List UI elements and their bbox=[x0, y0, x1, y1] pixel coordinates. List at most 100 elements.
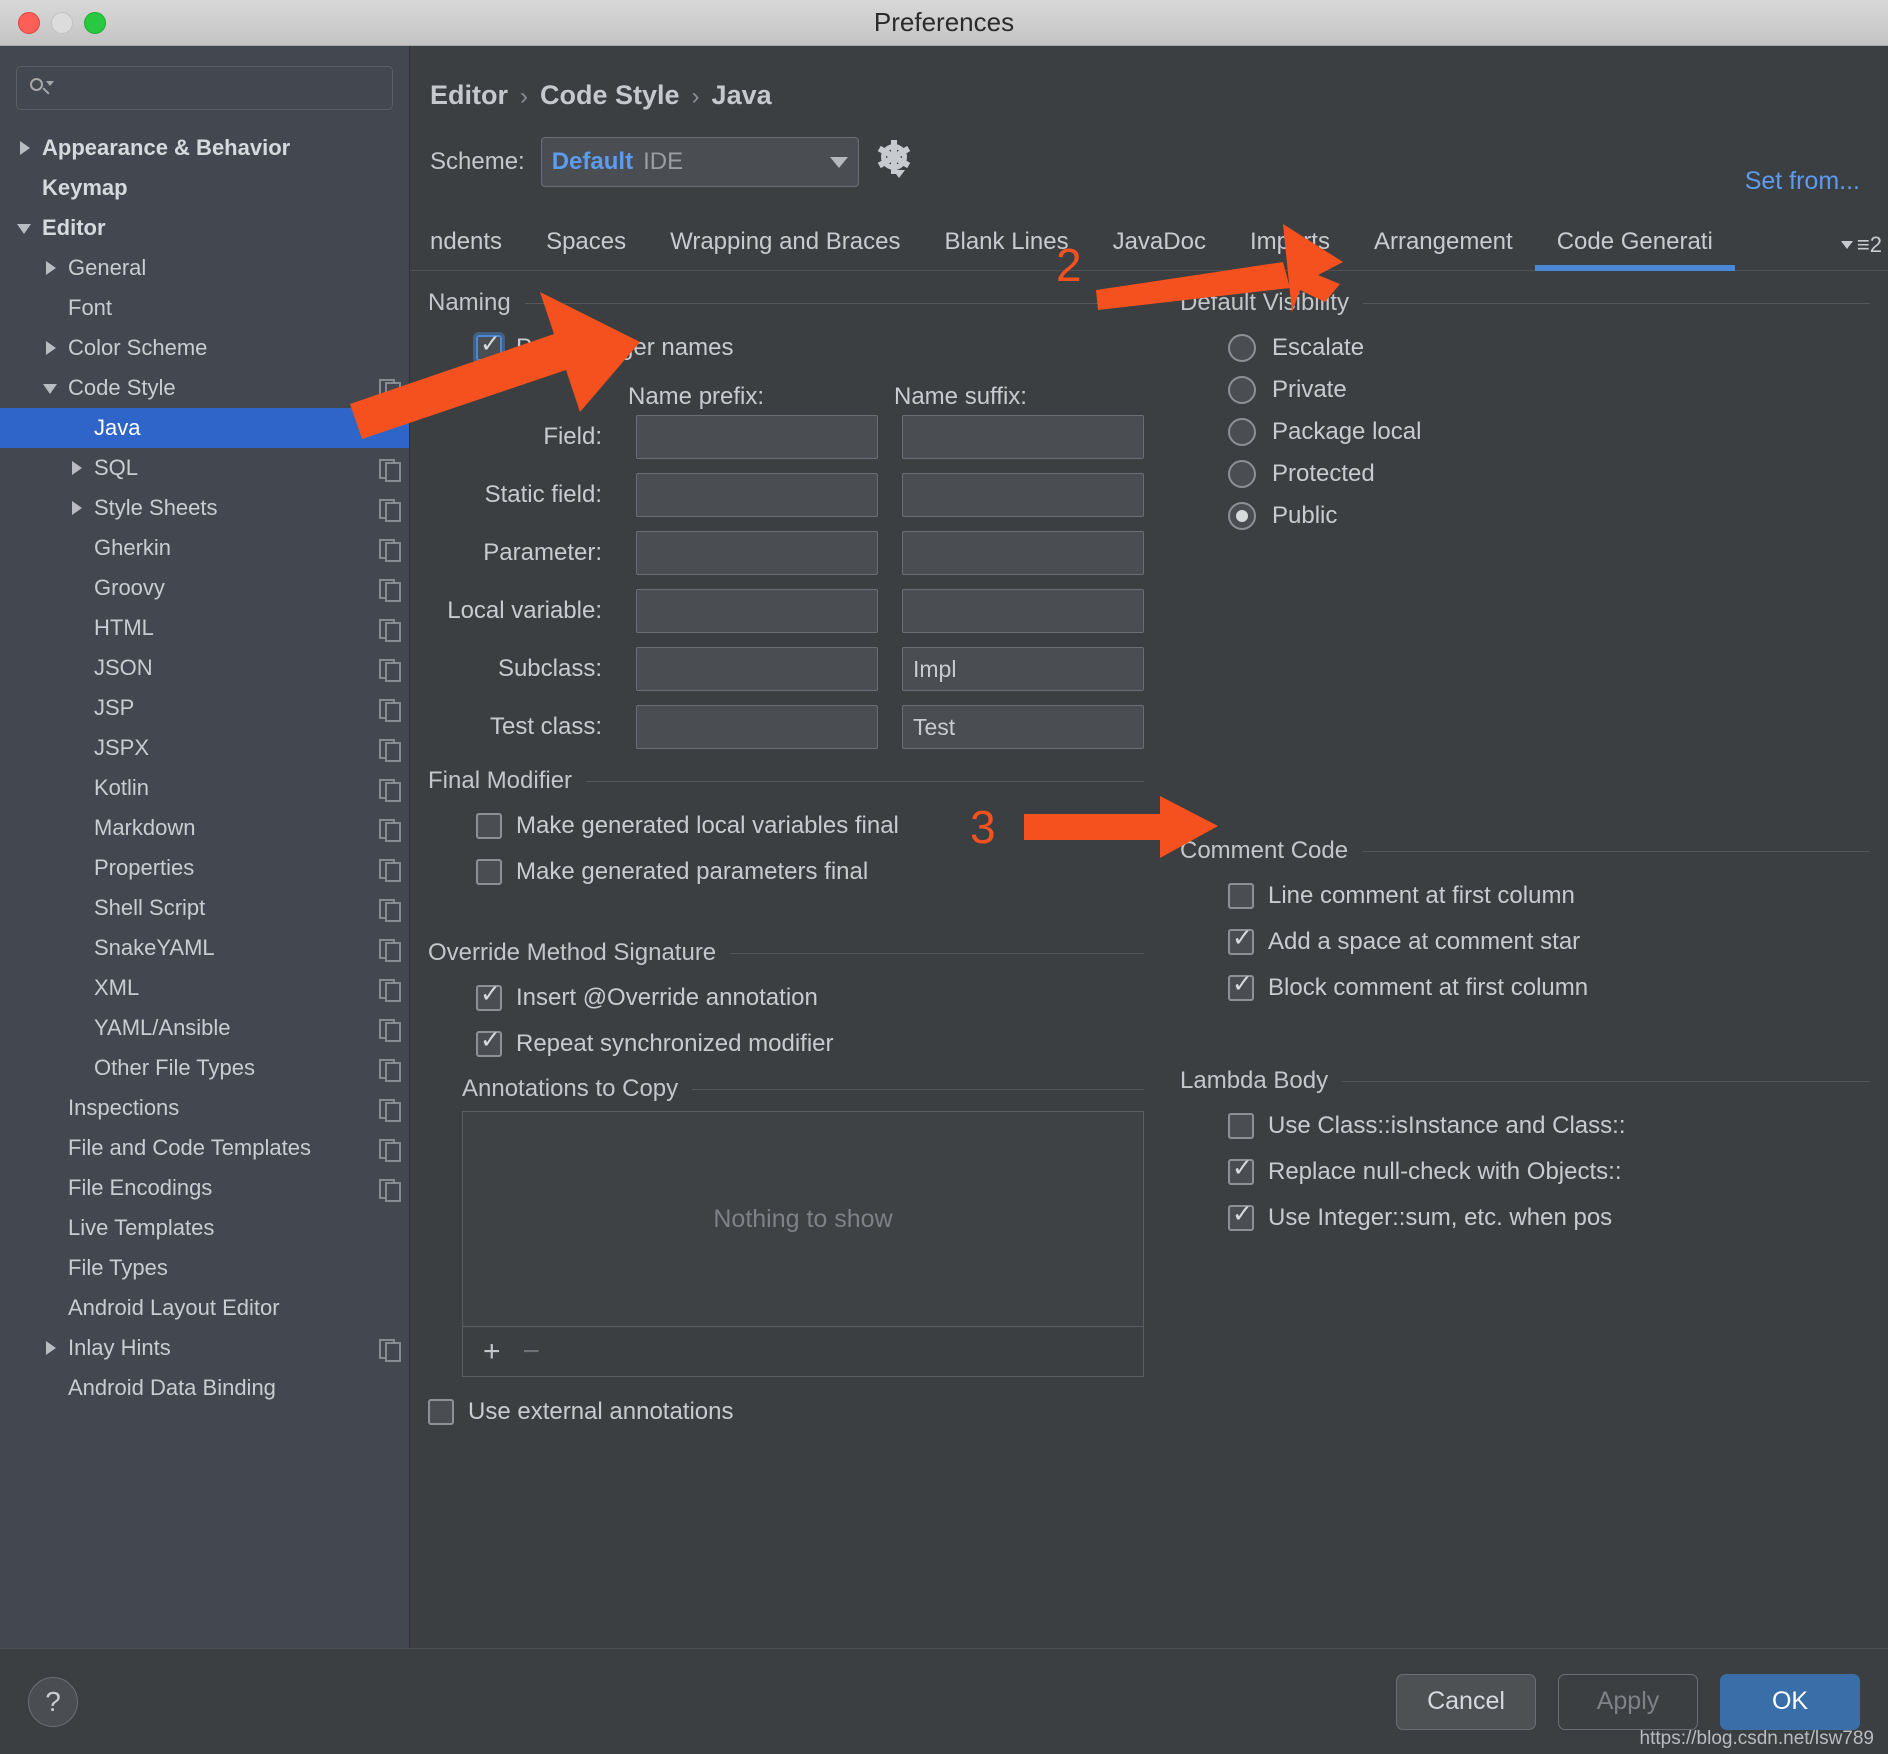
naming-suffix-input[interactable] bbox=[902, 705, 1144, 749]
tab-blank-lines[interactable]: Blank Lines bbox=[922, 228, 1090, 270]
chevron-down-icon[interactable] bbox=[40, 377, 62, 399]
sidebar-item-sql[interactable]: SQL bbox=[0, 448, 409, 488]
sidebar-item-json[interactable]: JSON bbox=[0, 648, 409, 688]
sidebar-item-kotlin[interactable]: Kotlin bbox=[0, 768, 409, 808]
chevron-right-icon[interactable] bbox=[66, 457, 88, 479]
breadcrumb-editor[interactable]: Editor bbox=[430, 80, 508, 111]
sidebar-item-font[interactable]: Font bbox=[0, 288, 409, 328]
breadcrumb-code-style[interactable]: Code Style bbox=[540, 80, 680, 111]
set-from-link[interactable]: Set from... bbox=[1745, 167, 1860, 196]
cancel-button[interactable]: Cancel bbox=[1396, 1673, 1536, 1730]
breadcrumb-java[interactable]: Java bbox=[712, 80, 772, 111]
lambda-body-option-row[interactable]: Use Class::isInstance and Class:: bbox=[1228, 1103, 1870, 1149]
final-modifier-option-row[interactable]: Make generated local variables final bbox=[476, 803, 1144, 849]
sidebar-item-file-and-code-templates[interactable]: File and Code Templates bbox=[0, 1128, 409, 1168]
copy-scheme-icon[interactable] bbox=[379, 897, 401, 922]
copy-scheme-icon[interactable] bbox=[379, 777, 401, 802]
naming-prefix-input[interactable] bbox=[636, 415, 878, 459]
search-input[interactable] bbox=[53, 76, 382, 100]
chevron-down-icon[interactable] bbox=[14, 217, 36, 239]
chevron-right-icon[interactable] bbox=[40, 337, 62, 359]
naming-prefix-input[interactable] bbox=[636, 647, 878, 691]
copy-scheme-icon[interactable] bbox=[379, 537, 401, 562]
naming-suffix-input[interactable] bbox=[902, 647, 1144, 691]
naming-prefix-input[interactable] bbox=[636, 705, 878, 749]
copy-scheme-icon[interactable] bbox=[379, 1137, 401, 1162]
sidebar-item-markdown[interactable]: Markdown bbox=[0, 808, 409, 848]
override-method-option-checkbox[interactable] bbox=[476, 1027, 502, 1057]
sidebar-item-groovy[interactable]: Groovy bbox=[0, 568, 409, 608]
sidebar-item-color-scheme[interactable]: Color Scheme bbox=[0, 328, 409, 368]
default-visibility-row[interactable]: Protected bbox=[1228, 453, 1870, 495]
copy-scheme-icon[interactable] bbox=[379, 1057, 401, 1082]
search-box[interactable] bbox=[16, 66, 393, 110]
chevron-right-icon[interactable] bbox=[40, 257, 62, 279]
prefer-longer-names-checkbox[interactable] bbox=[476, 331, 502, 361]
apply-button[interactable]: Apply bbox=[1558, 1673, 1698, 1730]
sidebar-item-inspections[interactable]: Inspections bbox=[0, 1088, 409, 1128]
final-modifier-option-checkbox[interactable] bbox=[476, 859, 502, 885]
tab-spaces[interactable]: Spaces bbox=[524, 228, 648, 270]
default-visibility-row[interactable]: Package local bbox=[1228, 411, 1870, 453]
sidebar-item-java[interactable]: Java bbox=[0, 408, 409, 448]
copy-scheme-icon[interactable] bbox=[379, 977, 401, 1002]
tab-imports[interactable]: Imports bbox=[1228, 228, 1352, 270]
tab-ndents[interactable]: ndents bbox=[424, 228, 524, 270]
remove-annotation-button[interactable]: − bbox=[523, 1336, 541, 1367]
use-external-annotations-checkbox[interactable] bbox=[428, 1399, 454, 1425]
sidebar-item-code-style[interactable]: Code Style bbox=[0, 368, 409, 408]
chevron-right-icon[interactable] bbox=[66, 497, 88, 519]
copy-scheme-icon[interactable] bbox=[379, 457, 401, 482]
override-method-option-row[interactable]: Insert @Override annotation bbox=[476, 975, 1144, 1021]
sidebar-item-inlay-hints[interactable]: Inlay Hints bbox=[0, 1328, 409, 1368]
sidebar-item-keymap[interactable]: Keymap bbox=[0, 168, 409, 208]
tab-code-generati[interactable]: Code Generati bbox=[1534, 228, 1735, 271]
comment-code-option-row[interactable]: Block comment at first column bbox=[1228, 965, 1870, 1011]
gear-icon[interactable] bbox=[875, 140, 915, 184]
sidebar-item-editor[interactable]: Editor bbox=[0, 208, 409, 248]
naming-suffix-input[interactable] bbox=[902, 589, 1144, 633]
naming-prefix-input[interactable] bbox=[636, 589, 878, 633]
lambda-body-option-checkbox[interactable] bbox=[1228, 1113, 1254, 1139]
sidebar-item-live-templates[interactable]: Live Templates bbox=[0, 1208, 409, 1248]
naming-prefix-input[interactable] bbox=[636, 531, 878, 575]
default-visibility-radio[interactable] bbox=[1228, 376, 1256, 404]
comment-code-option-checkbox[interactable] bbox=[1228, 971, 1254, 1001]
help-button[interactable]: ? bbox=[28, 1676, 78, 1727]
scheme-dropdown[interactable]: Default IDE bbox=[540, 137, 859, 187]
default-visibility-row[interactable]: Private bbox=[1228, 369, 1870, 411]
naming-prefix-input[interactable] bbox=[636, 473, 878, 517]
sidebar-item-jspx[interactable]: JSPX bbox=[0, 728, 409, 768]
copy-scheme-icon[interactable] bbox=[379, 737, 401, 762]
default-visibility-radio[interactable] bbox=[1228, 460, 1256, 488]
lambda-body-option-row[interactable]: Replace null-check with Objects:: bbox=[1228, 1149, 1870, 1195]
sidebar-item-android-data-binding[interactable]: Android Data Binding bbox=[0, 1368, 409, 1408]
tab-wrapping-and-braces[interactable]: Wrapping and Braces bbox=[648, 228, 922, 270]
add-annotation-button[interactable]: + bbox=[483, 1336, 501, 1367]
copy-scheme-icon[interactable] bbox=[379, 857, 401, 882]
naming-suffix-input[interactable] bbox=[902, 531, 1144, 575]
final-modifier-option-row[interactable]: Make generated parameters final bbox=[476, 849, 1144, 895]
tab-arrangement[interactable]: Arrangement bbox=[1352, 228, 1535, 270]
lambda-body-option-row[interactable]: Use Integer::sum, etc. when pos bbox=[1228, 1195, 1870, 1241]
lambda-body-option-checkbox[interactable] bbox=[1228, 1201, 1254, 1231]
sidebar-item-android-layout-editor[interactable]: Android Layout Editor bbox=[0, 1288, 409, 1328]
comment-code-option-checkbox[interactable] bbox=[1228, 883, 1254, 909]
sidebar-item-properties[interactable]: Properties bbox=[0, 848, 409, 888]
default-visibility-radio[interactable] bbox=[1228, 418, 1256, 446]
override-method-option-checkbox[interactable] bbox=[476, 981, 502, 1011]
copy-scheme-icon[interactable] bbox=[379, 577, 401, 602]
default-visibility-row[interactable]: Public bbox=[1228, 495, 1870, 537]
settings-tree[interactable]: Appearance & Behavior Keymap Editor General… bbox=[0, 124, 409, 1648]
copy-scheme-icon[interactable] bbox=[379, 1097, 401, 1122]
copy-scheme-icon[interactable] bbox=[379, 657, 401, 682]
default-visibility-radio[interactable] bbox=[1228, 502, 1256, 530]
override-method-option-row[interactable]: Repeat synchronized modifier bbox=[476, 1021, 1144, 1067]
sidebar-item-xml[interactable]: XML bbox=[0, 968, 409, 1008]
copy-scheme-icon[interactable] bbox=[379, 1177, 401, 1202]
sidebar-item-file-types[interactable]: File Types bbox=[0, 1248, 409, 1288]
lambda-body-option-checkbox[interactable] bbox=[1228, 1155, 1254, 1185]
copy-scheme-icon[interactable] bbox=[379, 1337, 401, 1362]
final-modifier-option-checkbox[interactable] bbox=[476, 813, 502, 839]
copy-scheme-icon[interactable] bbox=[379, 817, 401, 842]
